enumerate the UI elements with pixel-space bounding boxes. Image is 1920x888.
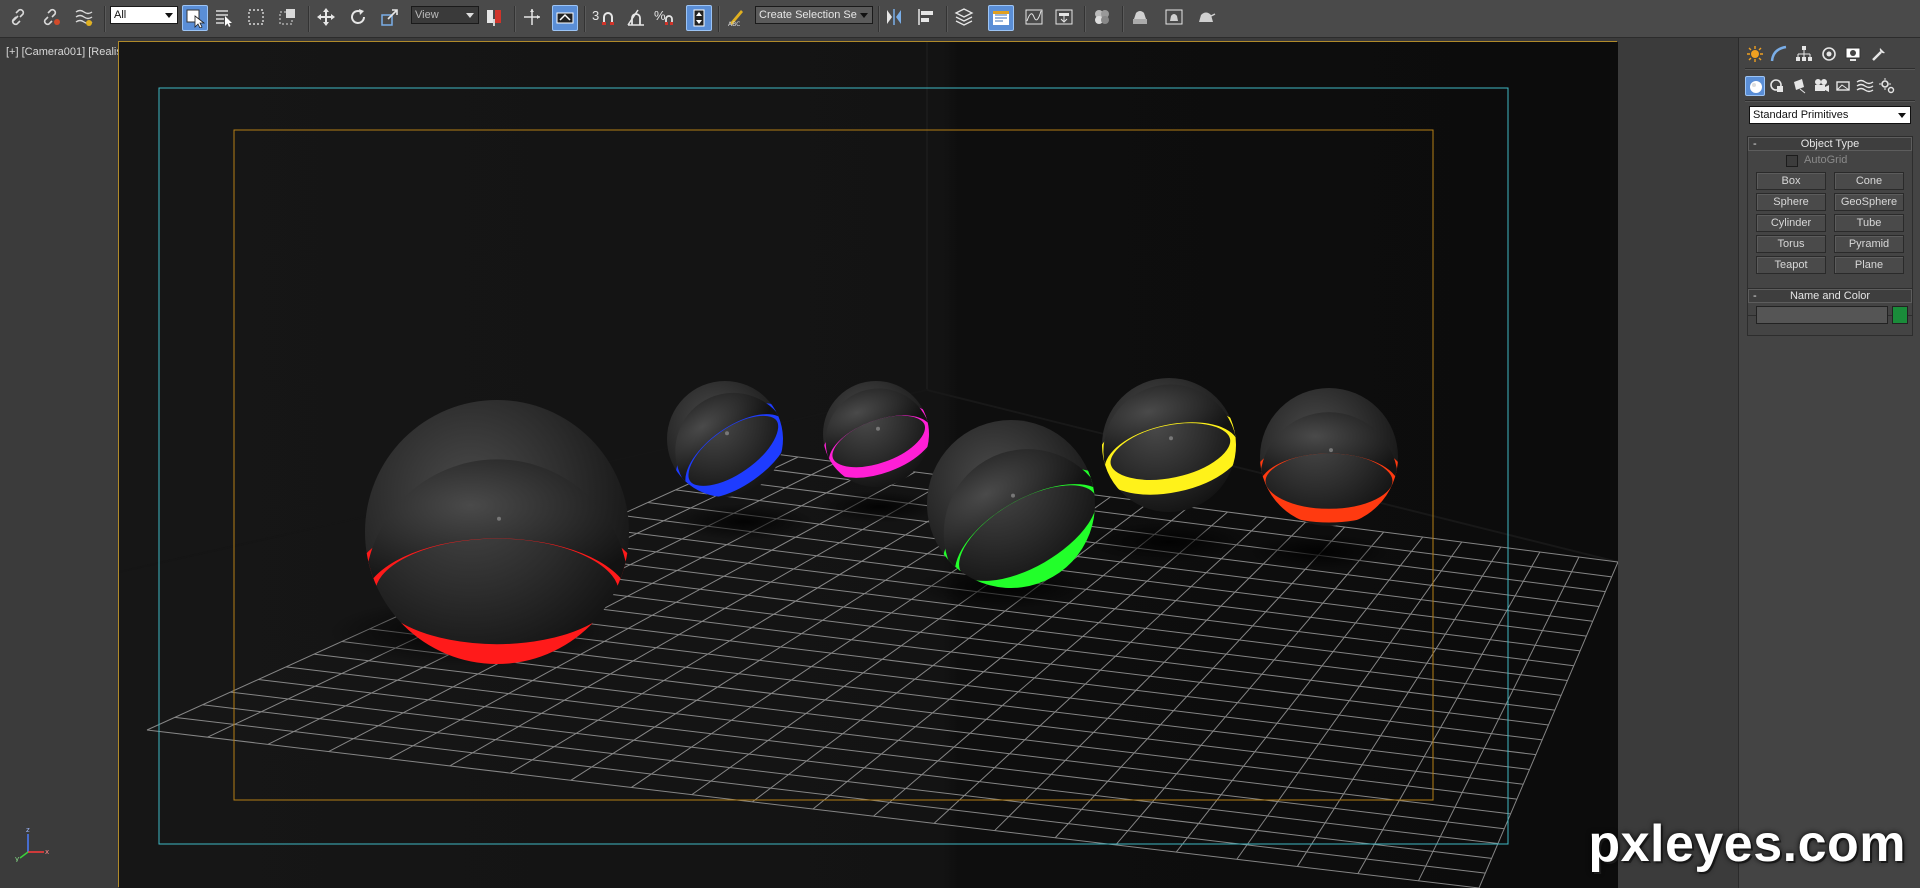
collapse-minus-icon[interactable]: - — [1753, 290, 1757, 302]
main-toolbar: All View 3 % ABC Create Selection Se — [0, 0, 1920, 38]
angle-snap-icon[interactable] — [624, 5, 650, 31]
sphere-highlight — [1011, 493, 1015, 498]
cone-button[interactable]: Cone — [1834, 172, 1904, 190]
axis-tripod-icon: z x y — [15, 826, 49, 862]
tube-button[interactable]: Tube — [1834, 214, 1904, 232]
align-icon[interactable] — [914, 5, 940, 31]
torus-button[interactable]: Torus — [1756, 235, 1826, 253]
lights-subtab-icon[interactable] — [1789, 76, 1809, 96]
hierarchy-tab-icon[interactable] — [1794, 44, 1814, 64]
unlink-icon[interactable] — [40, 5, 66, 31]
sphere-highlight — [1329, 448, 1333, 453]
select-by-name-icon[interactable] — [212, 5, 238, 31]
geometry-subtab-icon[interactable] — [1745, 76, 1765, 96]
select-scale-icon[interactable] — [378, 5, 404, 31]
camera-viewport[interactable]: [+] [Camera001] [Realistic ] z x y — [0, 38, 1738, 888]
material-editor-icon[interactable] — [1090, 5, 1116, 31]
sphere-highlight — [1169, 436, 1173, 441]
select-rotate-icon[interactable] — [346, 5, 372, 31]
link-icon[interactable] — [8, 5, 34, 31]
pivot-center-icon[interactable] — [482, 5, 508, 31]
pyramid-button[interactable]: Pyramid — [1834, 235, 1904, 253]
teapot-button[interactable]: Teapot — [1756, 256, 1826, 274]
object-type-title: Object Type — [1800, 138, 1860, 150]
space-warps-subtab-icon[interactable] — [1855, 76, 1875, 96]
shapes-subtab-icon[interactable] — [1767, 76, 1787, 96]
safe-frame — [118, 41, 1618, 888]
mirror-icon[interactable] — [882, 5, 908, 31]
orange-sphere[interactable] — [1259, 388, 1400, 526]
schematic-view-icon[interactable] — [1052, 5, 1078, 31]
scene-explorer-icon[interactable] — [988, 5, 1014, 31]
edit-named-selection-icon[interactable]: ABC — [724, 5, 750, 31]
sphere-highlight — [725, 431, 729, 436]
cylinder-button[interactable]: Cylinder — [1756, 214, 1826, 232]
svg-text:ABC: ABC — [728, 21, 740, 27]
select-manipulate-icon[interactable] — [520, 5, 546, 31]
rectangular-selection-icon[interactable] — [244, 5, 270, 31]
geosphere-button[interactable]: GeoSphere — [1834, 193, 1904, 211]
cameras-subtab-icon[interactable] — [1811, 76, 1831, 96]
motion-tab-icon[interactable] — [1819, 44, 1839, 64]
systems-subtab-icon[interactable] — [1877, 76, 1897, 96]
bind-space-warp-icon[interactable] — [72, 5, 98, 31]
create-tab-sun-icon[interactable] — [1745, 44, 1765, 64]
select-object-icon[interactable] — [182, 5, 208, 31]
modify-tab-icon[interactable] — [1769, 44, 1789, 64]
collapse-minus-icon[interactable]: - — [1753, 138, 1757, 150]
command-panel: Standard Primitives - Object Type AutoGr… — [1738, 38, 1920, 888]
rendered-frame-window-icon[interactable] — [1162, 5, 1188, 31]
autogrid-label: AutoGrid — [1804, 154, 1848, 166]
name-and-color-rollout: - Name and Color — [1747, 288, 1913, 336]
axis-z-label: z — [26, 826, 30, 834]
render-production-icon[interactable] — [1194, 5, 1220, 31]
snaps-toggle-icon[interactable] — [596, 5, 622, 31]
box-button[interactable]: Box — [1756, 172, 1826, 190]
name-and-color-rollout-header[interactable]: - Name and Color — [1748, 289, 1912, 303]
select-move-icon[interactable] — [314, 5, 340, 31]
spinner-snap-icon[interactable] — [686, 5, 712, 31]
display-tab-icon[interactable] — [1843, 44, 1863, 64]
named-selection-dropdown[interactable]: Create Selection Se — [755, 6, 873, 24]
axis-y-label: y — [15, 855, 19, 862]
scene-render — [119, 42, 1618, 888]
axis-x-label: x — [45, 848, 49, 856]
object-type-rollout-header[interactable]: - Object Type — [1748, 137, 1912, 151]
sphere-highlight — [876, 426, 880, 431]
selection-filter-dropdown[interactable]: All — [110, 6, 178, 24]
object-category-dropdown[interactable]: Standard Primitives — [1749, 106, 1911, 124]
percent-snap-icon[interactable] — [656, 5, 682, 31]
window-crossing-icon[interactable] — [276, 5, 302, 31]
object-name-field[interactable] — [1756, 306, 1888, 324]
plane-button[interactable]: Plane — [1834, 256, 1904, 274]
sphere-highlight — [497, 516, 501, 521]
watermark: pxleyes.com — [1588, 815, 1906, 873]
name-and-color-title: Name and Color — [1789, 290, 1871, 302]
utilities-tab-icon[interactable] — [1869, 44, 1889, 64]
curve-editor-icon[interactable] — [1022, 5, 1048, 31]
keyboard-shortcut-override-icon[interactable] — [552, 5, 578, 31]
object-color-swatch[interactable] — [1892, 306, 1908, 324]
layer-manager-icon[interactable] — [952, 5, 978, 31]
sphere-button[interactable]: Sphere — [1756, 193, 1826, 211]
reference-coordinate-dropdown[interactable]: View — [411, 6, 479, 24]
large-sphere[interactable] — [362, 400, 631, 664]
render-setup-icon[interactable] — [1128, 5, 1154, 31]
autogrid-checkbox[interactable] — [1786, 155, 1798, 167]
helpers-subtab-icon[interactable] — [1833, 76, 1853, 96]
